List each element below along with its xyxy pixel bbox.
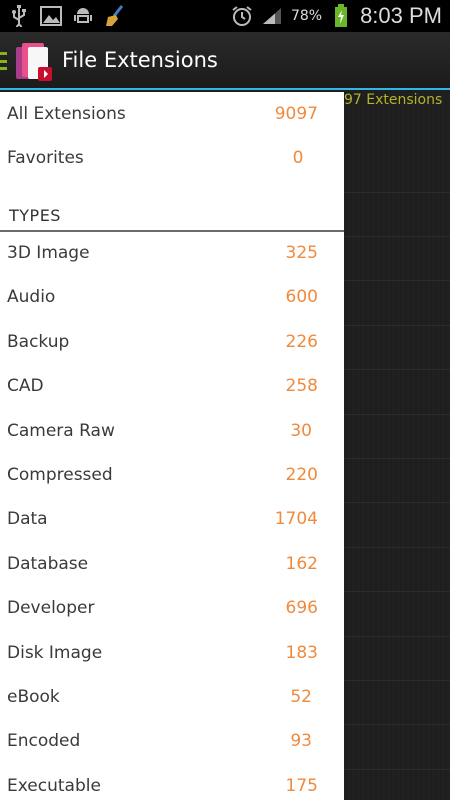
battery-charging-icon xyxy=(330,4,352,27)
drawer-item-label: Data xyxy=(7,509,48,529)
clock: 8:03 PM xyxy=(360,3,442,28)
drawer-item-count: 600 xyxy=(285,287,318,307)
drawer-item-3d-image[interactable]: 3D Image 325 xyxy=(0,231,344,275)
drawer-item-count: 30 xyxy=(290,421,312,441)
drawer-item-compressed[interactable]: Compressed 220 xyxy=(0,453,344,497)
drawer-item-database[interactable]: Database 162 xyxy=(0,542,344,586)
drawer-item-count: 162 xyxy=(285,554,318,574)
drawer-item-count: 0 xyxy=(292,148,304,168)
list-divider xyxy=(344,192,450,193)
status-bar: 78% 8:03 PM xyxy=(0,0,450,32)
app-logo-icon[interactable] xyxy=(14,41,54,83)
drawer-item-label: Compressed xyxy=(7,465,113,485)
drawer-item-label: Audio xyxy=(7,287,56,307)
action-bar: File Extensions xyxy=(0,32,450,90)
drawer-indicator-icon[interactable] xyxy=(0,52,7,70)
drawer-item-ebook[interactable]: eBook 52 xyxy=(0,675,344,719)
list-divider xyxy=(344,636,450,637)
drawer-item-label: All Extensions xyxy=(7,104,126,124)
usb-icon xyxy=(8,5,30,27)
drawer-item-label: Encoded xyxy=(7,731,81,751)
broom-icon xyxy=(104,5,126,27)
list-divider xyxy=(344,458,450,459)
drawer-item-disk-image[interactable]: Disk Image 183 xyxy=(0,631,344,675)
status-indicators: 78% 8:03 PM xyxy=(231,0,442,32)
list-divider xyxy=(344,502,450,503)
drawer-item-count: 93 xyxy=(290,731,312,751)
list-divider xyxy=(344,769,450,770)
signal-icon xyxy=(261,5,283,27)
drawer-item-label: Executable xyxy=(7,776,101,796)
list-divider xyxy=(344,680,450,681)
drawer-item-count: 696 xyxy=(285,598,318,618)
drawer-item-cad[interactable]: CAD 258 xyxy=(0,364,344,408)
drawer-item-label: Backup xyxy=(7,332,70,352)
notification-icons xyxy=(8,4,126,28)
navigation-drawer: All Extensions 9097 Favorites 0 TYPES 3D… xyxy=(0,92,344,800)
list-divider xyxy=(344,325,450,326)
extensions-count-header: 97 Extensions xyxy=(344,92,443,108)
image-icon xyxy=(40,5,62,27)
list-divider xyxy=(344,547,450,548)
drawer-item-label: Disk Image xyxy=(7,643,103,663)
drawer-item-encoded[interactable]: Encoded 93 xyxy=(0,719,344,763)
drawer-item-label: 3D Image xyxy=(7,243,90,263)
app-title: File Extensions xyxy=(62,48,218,72)
list-divider xyxy=(344,724,450,725)
drawer-item-count: 258 xyxy=(285,376,318,396)
drawer-item-label: Camera Raw xyxy=(7,421,115,441)
drawer-item-backup[interactable]: Backup 226 xyxy=(0,320,344,364)
drawer-item-label: Developer xyxy=(7,598,95,618)
drawer-item-count: 325 xyxy=(285,243,318,263)
drawer-item-count: 226 xyxy=(285,332,318,352)
drawer-item-developer[interactable]: Developer 696 xyxy=(0,586,344,630)
drawer-item-label: Favorites xyxy=(7,148,84,168)
drawer-item-count: 52 xyxy=(290,687,312,707)
alarm-icon xyxy=(231,5,253,27)
drawer-item-count: 175 xyxy=(285,776,318,796)
drawer-item-camera-raw[interactable]: Camera Raw 30 xyxy=(0,409,344,453)
drawer-item-label: CAD xyxy=(7,376,44,396)
drawer-item-count: 1704 xyxy=(274,509,318,529)
list-divider xyxy=(344,236,450,237)
section-title-types: TYPES xyxy=(9,206,61,225)
android-debug-icon xyxy=(72,5,94,27)
list-divider xyxy=(344,414,450,415)
drawer-item-favorites[interactable]: Favorites 0 xyxy=(0,136,344,180)
drawer-item-audio[interactable]: Audio 600 xyxy=(0,275,344,319)
drawer-item-executable[interactable]: Executable 175 xyxy=(0,764,344,800)
list-divider xyxy=(344,591,450,592)
battery-percent: 78% xyxy=(290,8,323,24)
drawer-item-count: 183 xyxy=(285,643,318,663)
drawer-item-label: eBook xyxy=(7,687,60,707)
drawer-item-data[interactable]: Data 1704 xyxy=(0,497,344,541)
drawer-item-count: 220 xyxy=(285,465,318,485)
drawer-item-label: Database xyxy=(7,554,89,574)
list-divider xyxy=(344,280,450,281)
drawer-item-count: 9097 xyxy=(274,104,318,124)
list-divider xyxy=(344,369,450,370)
drawer-item-all-extensions[interactable]: All Extensions 9097 xyxy=(0,92,344,136)
